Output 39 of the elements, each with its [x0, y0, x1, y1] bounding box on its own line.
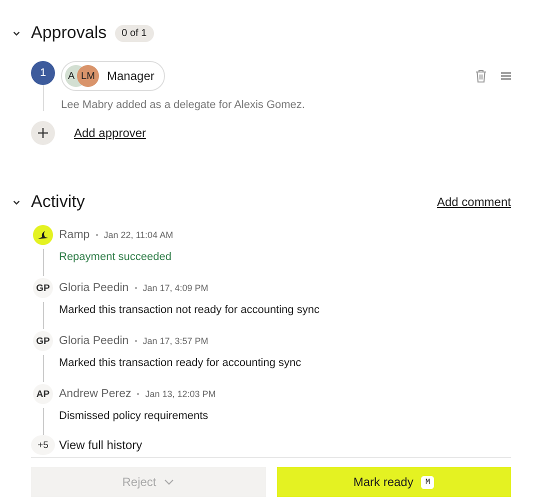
- caret-icon: [164, 479, 174, 485]
- chevron-icon[interactable]: [12, 198, 21, 206]
- view-history-link[interactable]: View full history: [59, 438, 142, 452]
- more-count: +5: [31, 435, 55, 455]
- avatar: GP: [33, 278, 53, 298]
- separator-dot: [134, 287, 137, 289]
- trash-icon[interactable]: [475, 69, 487, 83]
- mark-ready-button[interactable]: Mark ready M: [276, 467, 511, 497]
- timestamp: Jan 13, 12:03 PM: [145, 389, 216, 399]
- add-approver-link[interactable]: Add approver: [74, 126, 146, 140]
- timestamp: Jan 17, 4:09 PM: [142, 283, 208, 293]
- activity-message: Marked this transaction not ready for accounting sync: [59, 304, 320, 316]
- chevron-icon[interactable]: [12, 28, 21, 38]
- separator-dot: [96, 234, 98, 236]
- author-name: Gloria Peedin: [59, 335, 129, 347]
- avatar: LM: [77, 65, 99, 87]
- bird-logo-icon: [33, 225, 53, 245]
- timestamp: Jan 17, 3:57 PM: [142, 336, 208, 346]
- add-comment-link[interactable]: Add comment: [436, 195, 511, 209]
- avatar: GP: [33, 331, 53, 351]
- section-title: Approvals: [31, 23, 107, 43]
- timestamp: Jan 22, 11:04 AM: [104, 230, 174, 240]
- activity-message: Repayment succeeded: [59, 251, 173, 263]
- separator-dot: [134, 340, 137, 342]
- shortcut-key: M: [421, 476, 434, 488]
- add-icon[interactable]: [31, 121, 55, 145]
- count-badge: 0 of 1: [114, 24, 154, 42]
- section-title: Activity: [31, 192, 85, 212]
- delegate-note: Lee Mabry added as a delegate for Alexis Gomez.: [61, 99, 306, 111]
- approver-chip[interactable]: A LM Manager: [61, 61, 166, 91]
- step-number: 1: [31, 61, 55, 85]
- author-name: Ramp: [59, 229, 90, 241]
- avatar: AP: [33, 384, 53, 404]
- author-name: Andrew Perez: [59, 388, 132, 400]
- author-name: Gloria Peedin: [59, 282, 129, 294]
- separator-dot: [137, 393, 140, 395]
- activity-message: Dismissed policy requirements: [59, 410, 210, 422]
- menu-icon[interactable]: [501, 72, 511, 80]
- activity-message: Marked this transaction ready for accounting sync: [59, 357, 302, 369]
